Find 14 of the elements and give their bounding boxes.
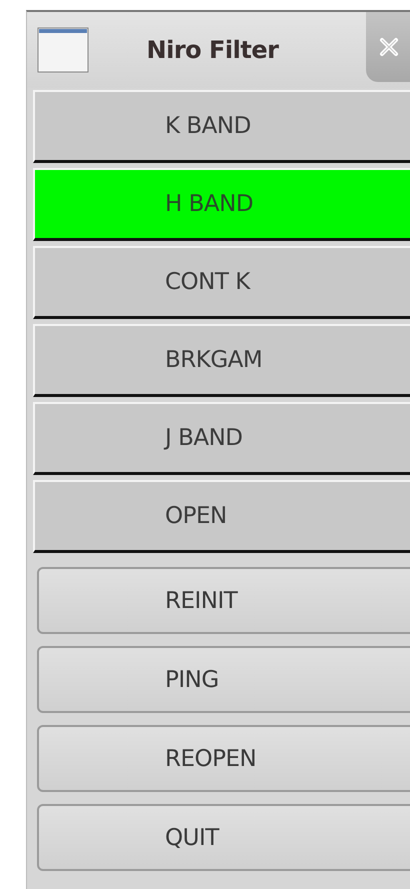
- filter-button[interactable]: H BAND: [33, 168, 410, 241]
- filter-button[interactable]: CONT K: [33, 246, 410, 319]
- window-icon: [37, 27, 89, 73]
- filter-button[interactable]: OPEN: [33, 480, 410, 553]
- command-button[interactable]: PING: [37, 646, 410, 713]
- window-title: Niro Filter: [146, 36, 280, 64]
- filter-button[interactable]: BRKGAM: [33, 324, 410, 397]
- filter-button[interactable]: J BAND: [33, 402, 410, 475]
- command-button[interactable]: QUIT: [37, 804, 410, 871]
- command-button[interactable]: REOPEN: [37, 725, 410, 792]
- close-icon: [378, 36, 400, 58]
- close-button[interactable]: [366, 12, 410, 82]
- filter-button[interactable]: K BAND: [33, 90, 410, 163]
- command-button[interactable]: REINIT: [37, 567, 410, 634]
